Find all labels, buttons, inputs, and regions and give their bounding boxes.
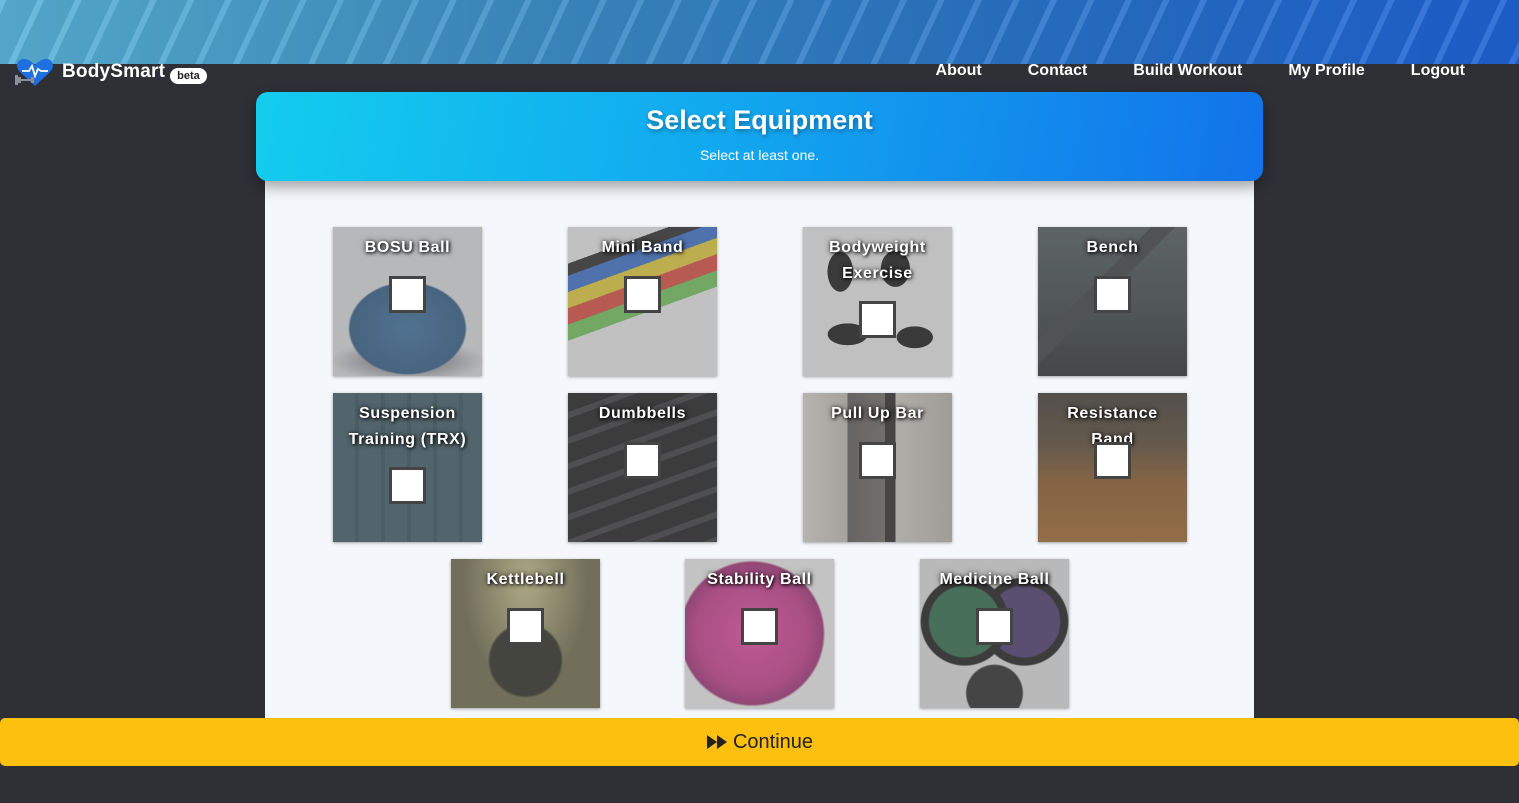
equipment-label: Bodyweight Exercise: [829, 239, 926, 282]
brand[interactable]: BodySmart beta: [14, 56, 207, 88]
top-navbar: BodySmart beta About Contact Build Worko…: [0, 56, 1519, 88]
equipment-checkbox[interactable]: [859, 301, 896, 338]
continue-button[interactable]: Continue: [0, 718, 1519, 766]
equipment-checkbox[interactable]: [624, 442, 661, 479]
equipment-checkbox[interactable]: [389, 467, 426, 504]
equipment-checkbox[interactable]: [1094, 442, 1131, 479]
equipment-label: Stability Ball: [707, 571, 812, 588]
fast-forward-icon: [706, 735, 727, 749]
equipment-label: Kettlebell: [486, 571, 565, 588]
equipment-tile-medicine-ball[interactable]: Medicine Ball: [920, 559, 1069, 708]
page-title: Select Equipment: [646, 105, 873, 135]
nav-logout[interactable]: Logout: [1411, 62, 1465, 80]
nav-about[interactable]: About: [936, 62, 982, 80]
section-header: Select Equipment Select at least one.: [256, 92, 1263, 181]
equipment-label: Pull Up Bar: [831, 405, 924, 422]
page-subtitle: Select at least one.: [699, 147, 820, 163]
equipment-label: Bench: [1086, 239, 1139, 256]
brand-name: BodySmart: [62, 61, 166, 82]
heart-dumbbell-logo-icon: [15, 58, 53, 86]
equipment-tile-resistance-band[interactable]: Resistance Band: [1038, 393, 1187, 542]
equipment-tile-bodyweight-exercise[interactable]: Bodyweight Exercise: [803, 227, 952, 376]
equipment-tile-kettlebell[interactable]: Kettlebell: [451, 559, 600, 708]
beta-badge: beta: [170, 68, 207, 84]
equipment-tile-pull-up-bar[interactable]: Pull Up Bar: [803, 393, 952, 542]
equipment-tile-bosu-ball[interactable]: BOSU Ball: [333, 227, 482, 376]
equipment-checkbox[interactable]: [624, 276, 661, 313]
nav-build-workout[interactable]: Build Workout: [1133, 62, 1242, 80]
nav-links: About Contact Build Workout My Profile L…: [890, 62, 1465, 80]
equipment-tile-dumbbells[interactable]: Dumbbells: [568, 393, 717, 542]
hero-banner: [0, 0, 1519, 64]
equipment-label: Mini Band: [601, 239, 684, 256]
nav-my-profile[interactable]: My Profile: [1288, 62, 1364, 80]
equipment-tile-stability-ball[interactable]: Stability Ball: [685, 559, 834, 708]
equipment-checkbox[interactable]: [976, 608, 1013, 645]
equipment-checkbox[interactable]: [741, 608, 778, 645]
equipment-label: Medicine Ball: [939, 571, 1050, 588]
equipment-label: Dumbbells: [598, 405, 687, 422]
equipment-checkbox[interactable]: [1094, 276, 1131, 313]
equipment-checkbox[interactable]: [507, 608, 544, 645]
equipment-checkbox[interactable]: [859, 442, 896, 479]
nav-contact[interactable]: Contact: [1028, 62, 1088, 80]
equipment-checkbox[interactable]: [389, 276, 426, 313]
continue-label: Continue: [732, 730, 814, 753]
equipment-tile-mini-band[interactable]: Mini Band: [568, 227, 717, 376]
equipment-label: Suspension Training (TRX): [348, 405, 467, 448]
equipment-tile-suspension-training[interactable]: Suspension Training (TRX): [333, 393, 482, 542]
equipment-tile-bench[interactable]: Bench: [1038, 227, 1187, 376]
equipment-label: BOSU Ball: [364, 239, 451, 256]
